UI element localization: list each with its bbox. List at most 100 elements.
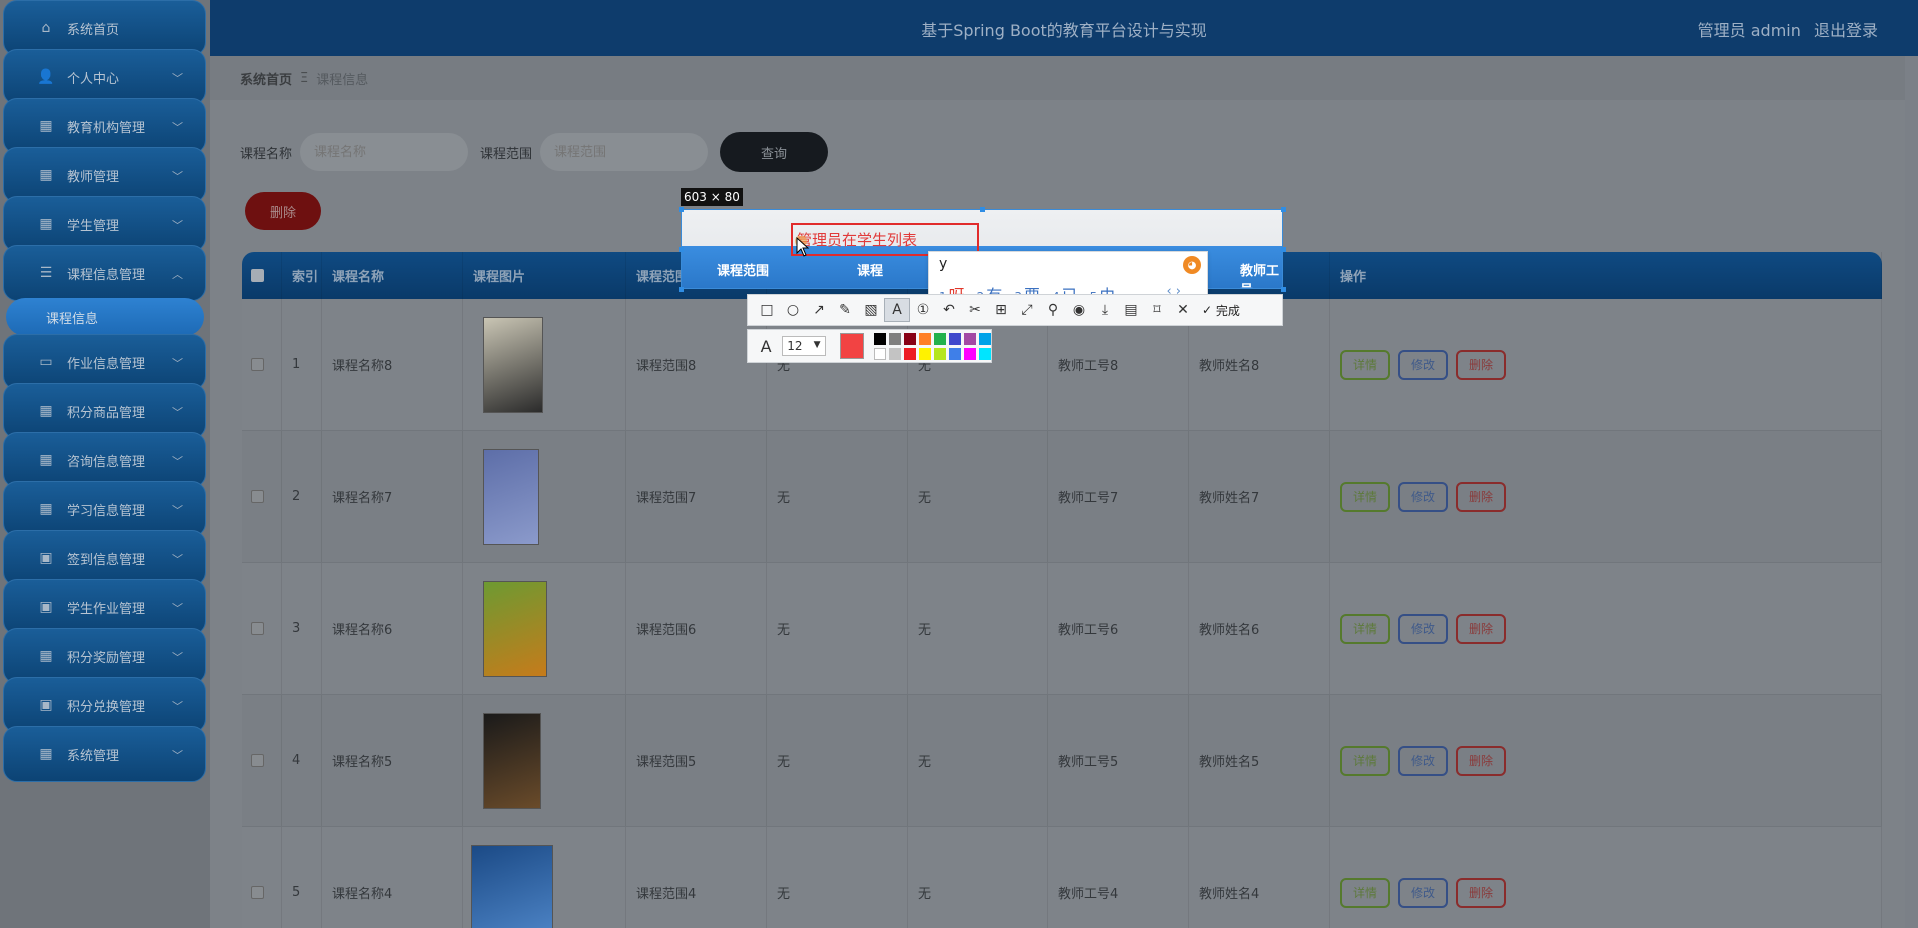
detail-button[interactable]: 详情	[1340, 349, 1390, 380]
sidebar-item-label: 学生管理	[67, 218, 120, 234]
sidebar-subitem[interactable]: 课程信息	[6, 298, 204, 336]
logout-link[interactable]: 退出登录	[1814, 21, 1878, 40]
color-swatch[interactable]	[979, 347, 991, 360]
record-icon[interactable]: ◉	[1066, 298, 1092, 322]
resize-handle[interactable]	[679, 247, 684, 252]
sidebar-item[interactable]: ▦ 教育机构管理 ﹀	[3, 98, 206, 154]
detail-button[interactable]: 详情	[1340, 877, 1390, 908]
ellipse-tool-icon[interactable]: ○	[780, 298, 806, 322]
check-icon: ✓	[1202, 303, 1216, 317]
pencil-tool-icon[interactable]: ✎	[832, 298, 858, 322]
resize-handle[interactable]	[1281, 207, 1286, 212]
edit-button[interactable]: 修改	[1398, 481, 1448, 512]
current-color-swatch[interactable]	[839, 333, 864, 359]
done-button[interactable]: ✓ 完成	[1202, 302, 1240, 319]
detail-button[interactable]: 详情	[1340, 613, 1390, 644]
color-swatch[interactable]	[964, 347, 976, 360]
arrow-tool-icon[interactable]: ↗	[806, 298, 832, 322]
detail-button[interactable]: 详情	[1340, 745, 1390, 776]
color-swatch[interactable]	[904, 347, 916, 360]
color-swatch[interactable]	[904, 332, 916, 345]
text-tool-icon[interactable]: A	[884, 298, 910, 322]
color-swatch[interactable]	[934, 332, 946, 345]
select-all-checkbox[interactable]	[251, 269, 264, 282]
color-swatch[interactable]	[979, 332, 991, 345]
font-size-select[interactable]: 12 ▼	[782, 336, 826, 356]
sidebar-item[interactable]: ▦ 积分商品管理 ﹀	[3, 383, 206, 439]
pin-icon[interactable]: ⚲	[1040, 298, 1066, 322]
table-cell: 教师姓名6	[1189, 563, 1330, 694]
color-swatch[interactable]	[889, 332, 901, 345]
mosaic-tool-icon[interactable]: ▧	[858, 298, 884, 322]
color-swatch[interactable]	[919, 332, 931, 345]
sidebar-item[interactable]: ▦ 学习信息管理 ﹀	[3, 481, 206, 537]
number-tool-icon[interactable]: ①	[910, 298, 936, 322]
resize-handle[interactable]	[679, 287, 684, 292]
row-checkbox[interactable]	[251, 358, 264, 371]
sidebar-item[interactable]: 👤 个人中心 ﹀	[3, 49, 206, 105]
color-swatch[interactable]	[949, 347, 961, 360]
edit-button[interactable]: 修改	[1398, 745, 1448, 776]
course-image-cell	[463, 299, 626, 430]
close-icon[interactable]: ✕	[1170, 298, 1196, 322]
sidebar-item[interactable]: ▣ 签到信息管理 ﹀	[3, 530, 206, 586]
course-image-cell	[463, 563, 626, 694]
ocr-icon[interactable]: ⊞	[988, 298, 1014, 322]
delete-button[interactable]: 删除	[1456, 613, 1506, 644]
color-swatch[interactable]	[919, 347, 931, 360]
save-icon[interactable]: ▤	[1118, 298, 1144, 322]
color-swatch[interactable]	[949, 332, 961, 345]
course-name-input[interactable]	[300, 133, 469, 171]
grid-icon: ▦	[39, 216, 53, 232]
user-icon: 👤	[37, 69, 55, 85]
course-scope-input[interactable]	[540, 133, 709, 171]
table-cell: 教师工号5	[1048, 695, 1189, 826]
table-cell: 课程范围5	[626, 695, 767, 826]
resize-handle[interactable]	[980, 207, 985, 212]
cut-icon[interactable]: ✂	[962, 298, 988, 322]
sidebar-item[interactable]: ▣ 积分兑换管理 ﹀	[3, 677, 206, 733]
breadcrumb-home[interactable]: 系统首页	[240, 69, 292, 88]
sidebar-item[interactable]: ☰ 课程信息管理 ︿	[3, 245, 206, 301]
row-checkbox[interactable]	[251, 754, 264, 767]
edit-button[interactable]: 修改	[1398, 613, 1448, 644]
query-button[interactable]: 查询	[720, 132, 829, 172]
detail-button[interactable]: 详情	[1340, 481, 1390, 512]
row-checkbox[interactable]	[251, 886, 264, 899]
resize-handle[interactable]	[1281, 287, 1286, 292]
resize-handle[interactable]	[679, 207, 684, 212]
rectangle-tool-icon[interactable]: □	[754, 298, 780, 322]
column-header[interactable]	[242, 252, 282, 299]
download-icon[interactable]: ⤓	[1092, 298, 1118, 322]
sidebar-item[interactable]: ▦ 咨询信息管理 ﹀	[3, 432, 206, 488]
sidebar-item[interactable]: ▦ 系统管理 ﹀	[3, 726, 206, 782]
row-checkbox[interactable]	[251, 490, 264, 503]
capture-header-teacher: 教师工号	[1240, 264, 1280, 288]
color-swatch[interactable]	[964, 332, 976, 345]
sidebar-item[interactable]: ▣ 学生作业管理 ﹀	[3, 579, 206, 635]
table-row: 2 课程名称7 课程范围7 无无教师工号7 教师姓名7 详情 修改 删除	[242, 431, 1882, 563]
color-swatch[interactable]	[874, 332, 886, 345]
sidebar-item[interactable]: ▦ 教师管理 ﹀	[3, 147, 206, 203]
table-cell: 无	[767, 695, 908, 826]
delete-button[interactable]: 删除	[1456, 481, 1506, 512]
edit-button[interactable]: 修改	[1398, 349, 1448, 380]
batch-delete-button[interactable]: 删除	[245, 192, 321, 230]
sidebar-item[interactable]: ▦ 学生管理 ﹀	[3, 196, 206, 252]
sidebar-item[interactable]: ▭ 作业信息管理 ﹀	[3, 334, 206, 390]
color-swatch[interactable]	[889, 347, 901, 360]
color-swatch[interactable]	[934, 347, 946, 360]
expand-icon[interactable]: ⤢	[1014, 298, 1040, 322]
sidebar-item[interactable]: ⌂ 系统首页	[3, 0, 206, 56]
resize-handle[interactable]	[1281, 247, 1286, 252]
delete-button[interactable]: 删除	[1456, 745, 1506, 776]
sidebar-item-label: 积分奖励管理	[67, 650, 146, 666]
delete-button[interactable]: 删除	[1456, 877, 1506, 908]
delete-button[interactable]: 删除	[1456, 349, 1506, 380]
sidebar-item[interactable]: ▦ 积分奖励管理 ﹀	[3, 628, 206, 684]
row-checkbox[interactable]	[251, 622, 264, 635]
edit-button[interactable]: 修改	[1398, 877, 1448, 908]
bookmark-icon[interactable]: ⌑	[1144, 298, 1170, 322]
undo-icon[interactable]: ↶	[936, 298, 962, 322]
color-swatch[interactable]	[874, 347, 886, 360]
